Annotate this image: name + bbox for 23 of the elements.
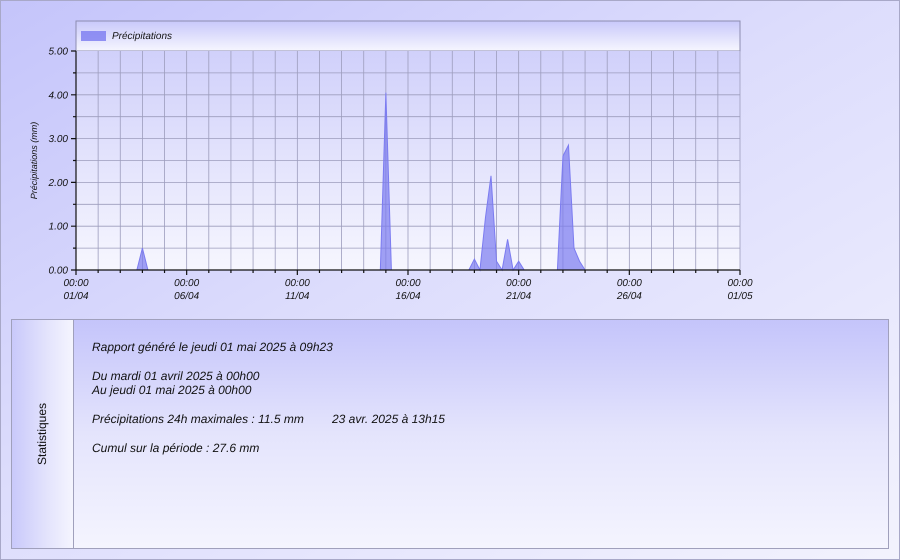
statistics-line: Rapport généré le jeudi 01 mai 2025 à 09h23 (92, 340, 332, 354)
statistics-line: Cumul sur la période : 27.6 mm (92, 441, 260, 455)
x-tick-label: 00:00 06/04 (174, 278, 200, 302)
x-tick-label: 00:00 21/04 (506, 278, 532, 302)
y-tick-label: 2.00 (48, 178, 68, 189)
y-tick-label: 3.00 (48, 134, 68, 146)
statistics-line: Précipitations 24h maximales : 11.5 mm (92, 412, 305, 426)
y-tick-label: 5.00 (48, 46, 68, 58)
statistics-line: Du mardi 01 avril 2025 à 00h00 (92, 369, 260, 383)
x-tick-label: 00:00 11/04 (284, 278, 310, 302)
y-tick-label: 1.00 (48, 222, 68, 233)
legend-swatch (81, 31, 106, 41)
x-tick-label: 00:00 26/04 (616, 278, 642, 302)
statistics-date: 23 avr. 2025 à 13h15 (332, 412, 445, 426)
x-tick-label: 00:00 01/04 (63, 278, 89, 302)
x-tick-label: 00:00 16/04 (395, 278, 421, 302)
x-tick-label: 00:00 01/05 (727, 278, 753, 302)
y-axis-title: Précipitations (mm) (29, 122, 39, 200)
y-tick-label: 4.00 (48, 90, 68, 102)
tab-label: Statistiques (36, 402, 50, 466)
legend-label: Précipitations (112, 31, 172, 42)
statistics-line: Au jeudi 01 mai 2025 à 00h00 (92, 383, 252, 397)
y-tick-label: 0.00 (48, 266, 68, 276)
